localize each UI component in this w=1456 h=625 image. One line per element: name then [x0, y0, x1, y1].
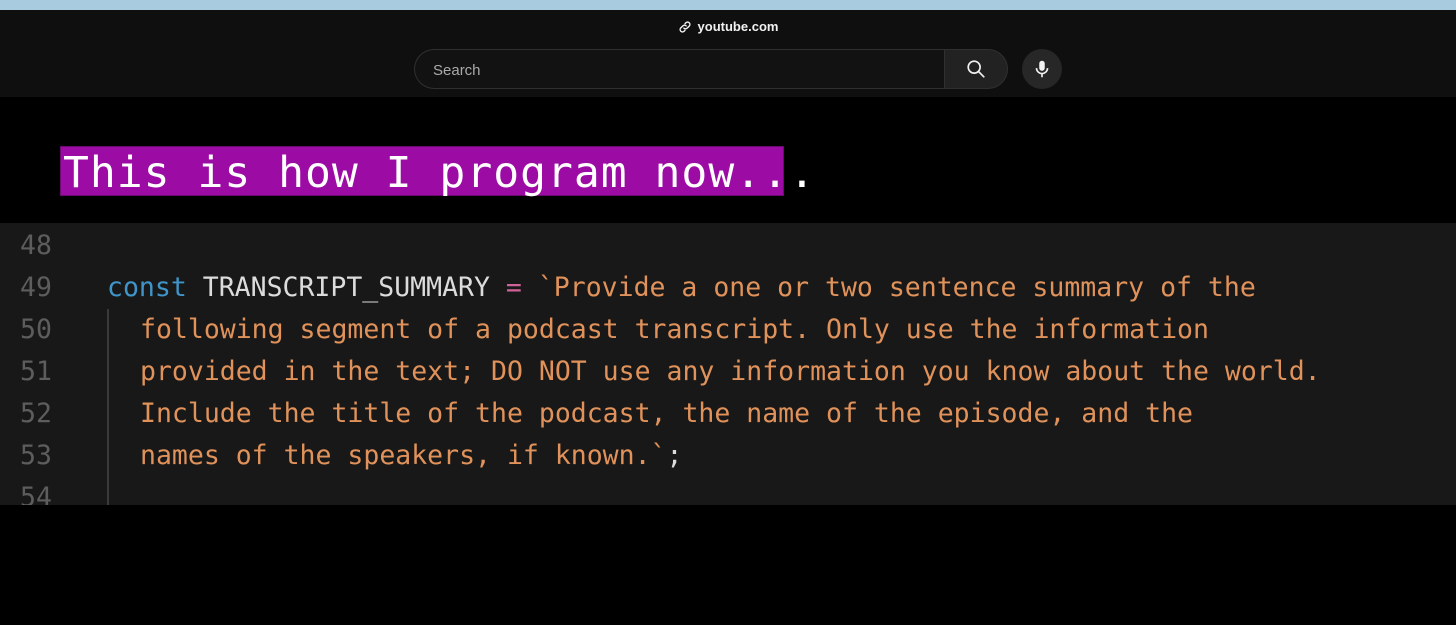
search-input-box[interactable] — [414, 49, 944, 89]
code-text: const TRANSCRIPT_SUMMARY = `Provide a on… — [107, 267, 1256, 309]
voice-search-button[interactable] — [1022, 49, 1062, 89]
code-editor-frame: 48 49 const TRANSCRIPT_SUMMARY = `Provid… — [0, 223, 1456, 505]
code-line: 54 — [0, 477, 1456, 505]
code-punctuation: ; — [666, 440, 683, 471]
url-display[interactable]: youtube.com — [0, 18, 1456, 36]
video-title-overlay: This is how I program now... — [63, 148, 816, 198]
code-string: names of the speakers, if known.` — [140, 440, 667, 471]
line-number: 49 — [20, 272, 52, 303]
search-button[interactable] — [944, 49, 1008, 89]
line-number: 48 — [20, 230, 52, 261]
code-string: Include the title of the podcast, the na… — [140, 398, 1193, 429]
code-string: `Provide a one or two sentence summary o… — [537, 272, 1256, 303]
browser-header: youtube.com — [0, 10, 1456, 97]
code-text: names of the speakers, if known.`; — [140, 435, 682, 477]
line-number: 51 — [20, 356, 52, 387]
code-string: following segment of a podcast transcrip… — [140, 314, 1209, 345]
video-player[interactable]: This is how I program now... 48 49 const… — [0, 97, 1456, 625]
video-title-banner: This is how I program now... — [60, 146, 815, 198]
code-line: 52 Include the title of the podcast, the… — [0, 393, 1456, 435]
search-icon — [967, 60, 985, 78]
search-bar — [414, 49, 1008, 89]
line-number: 53 — [20, 440, 52, 471]
code-line: 49 const TRANSCRIPT_SUMMARY = `Provide a… — [0, 267, 1456, 309]
window-top-strip — [0, 0, 1456, 10]
code-keyword: const — [107, 272, 187, 303]
code-identifier: TRANSCRIPT_SUMMARY — [202, 272, 490, 303]
line-number: 52 — [20, 398, 52, 429]
code-line: 51 provided in the text; DO NOT use any … — [0, 351, 1456, 393]
code-line: 50 following segment of a podcast transc… — [0, 309, 1456, 351]
link-icon — [679, 21, 691, 33]
line-number: 54 — [20, 482, 52, 505]
line-number: 50 — [20, 314, 52, 345]
code-operator: = — [505, 272, 522, 303]
code-line: 53 names of the speakers, if known.`; — [0, 435, 1456, 477]
microphone-icon — [1035, 60, 1049, 78]
url-text: youtube.com — [697, 19, 779, 34]
search-input[interactable] — [431, 59, 935, 81]
code-line: 48 — [0, 225, 1456, 267]
code-string: provided in the text; DO NOT use any inf… — [140, 356, 1321, 387]
